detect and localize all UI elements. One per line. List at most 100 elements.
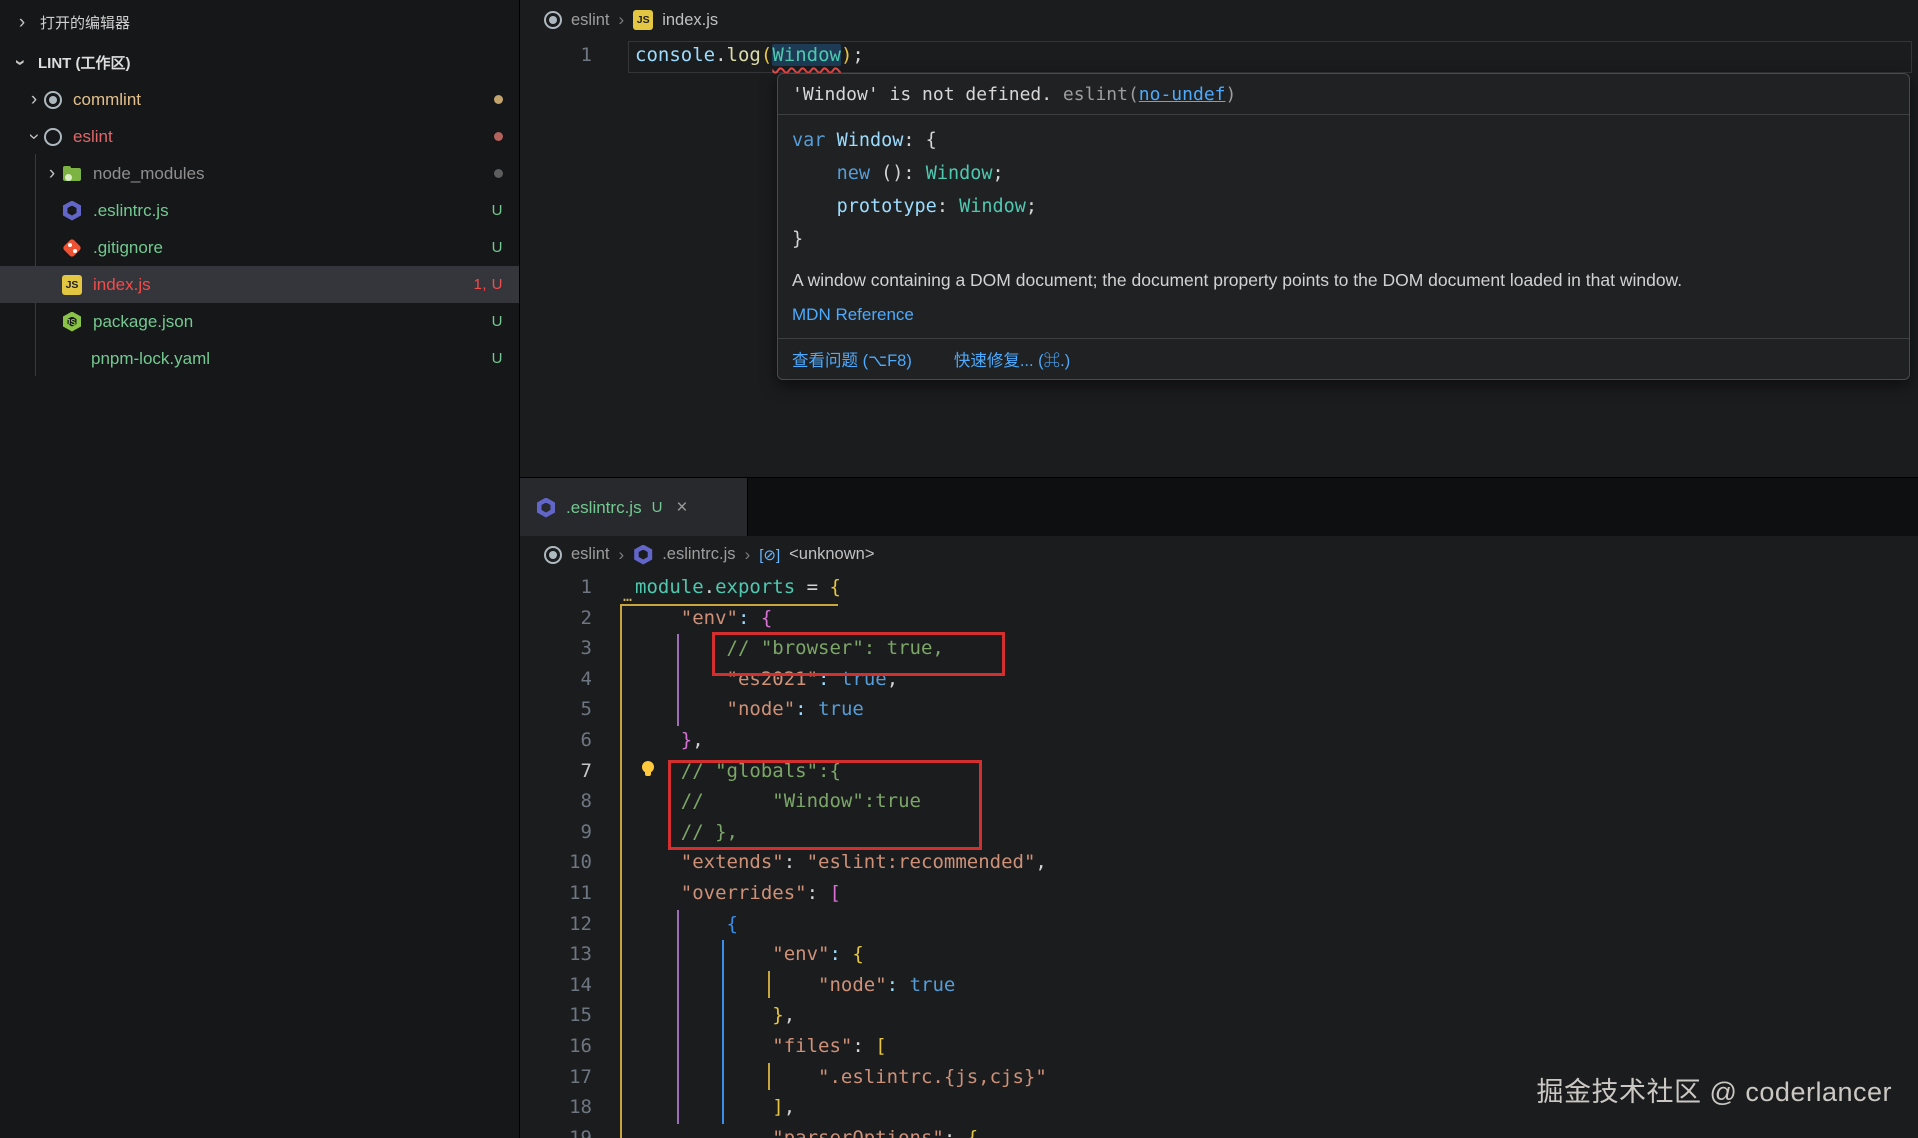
sidebar-item--eslintrc-js[interactable]: ›.eslintrc.jsU bbox=[0, 192, 519, 229]
tab-eslintrc-js[interactable]: .eslintrc.js U × bbox=[520, 478, 748, 537]
code-line-16: 16 "files": [ bbox=[520, 1032, 1918, 1063]
hover-mdn-row: MDN Reference bbox=[778, 291, 1909, 338]
eslint-icon bbox=[536, 498, 556, 518]
file-label: node_modules bbox=[93, 164, 205, 184]
hover-tooltip: 'Window' is not defined. eslint(no-undef… bbox=[777, 73, 1910, 380]
file-label: index.js bbox=[93, 275, 151, 295]
git-status-badge bbox=[494, 165, 503, 182]
file-tree: › commlint › eslint › node_modules ›.eslintrc.… bbox=[0, 81, 519, 377]
breadcrumb: eslint › JS index.js bbox=[544, 0, 718, 40]
code-line-11: 11 "overrides": [ bbox=[520, 879, 1918, 910]
js-file-icon: JS bbox=[633, 10, 653, 30]
close-icon[interactable]: × bbox=[676, 497, 687, 519]
chevron-right-icon: › bbox=[745, 545, 751, 565]
breadcrumb-item[interactable]: eslint bbox=[571, 545, 610, 564]
open-editors-section[interactable]: › 打开的编辑器 bbox=[0, 0, 519, 44]
git-status-badge: U bbox=[492, 202, 503, 219]
node-icon: JS bbox=[62, 312, 82, 332]
circle-dot-icon bbox=[544, 546, 562, 564]
workspace-section[interactable]: › LINT (工作区) bbox=[0, 44, 519, 81]
hover-error-message: 'Window' is not defined. eslint(no-undef… bbox=[778, 74, 1909, 115]
breadcrumb-item[interactable]: index.js bbox=[662, 11, 718, 30]
file-label: eslint bbox=[73, 127, 113, 147]
line-number: 16 bbox=[520, 1035, 592, 1057]
sidebar-item-commlint[interactable]: › commlint bbox=[0, 81, 519, 118]
editor-eslintrc-js[interactable]: eslint›.eslintrc.js›[⊘]<unknown> … 1modu… bbox=[520, 536, 1918, 1138]
sidebar-item-pnpm-lock-yaml[interactable]: ›pnpm-lock.yamlU bbox=[0, 340, 519, 377]
workspace-label: LINT (工作区) bbox=[38, 52, 130, 73]
tab-label: .eslintrc.js bbox=[566, 498, 642, 518]
file-label: package.json bbox=[93, 312, 193, 332]
code-line-12: 12 { bbox=[520, 910, 1918, 941]
line-number: 8 bbox=[520, 790, 592, 812]
code-text: "env": { bbox=[635, 607, 772, 629]
line-number: 13 bbox=[520, 943, 592, 965]
code-text: "node": true bbox=[635, 698, 864, 720]
code-line-14: 14 "node": true bbox=[520, 971, 1918, 1002]
code-line-5: 5 "node": true bbox=[520, 695, 1918, 726]
git-status-badge: 1, U bbox=[473, 276, 503, 293]
file-label: commlint bbox=[73, 90, 141, 110]
annotation-box-browser bbox=[712, 632, 1005, 676]
pnpm-icon bbox=[62, 350, 80, 368]
no-undef-rule-link[interactable]: no-undef bbox=[1139, 84, 1226, 105]
code-text: ], bbox=[635, 1096, 795, 1118]
js-file-icon: JS bbox=[62, 275, 82, 295]
code-text: }, bbox=[635, 1004, 795, 1026]
file-label: .gitignore bbox=[93, 238, 163, 258]
breadcrumb-item[interactable]: <unknown> bbox=[789, 545, 874, 564]
line-number: 15 bbox=[520, 1004, 592, 1026]
chevron-right-icon: › bbox=[619, 10, 625, 30]
code-text: "parserOptions": { bbox=[635, 1127, 978, 1138]
code-line: console.log(Window); bbox=[635, 44, 864, 66]
git-status-badge bbox=[494, 128, 503, 145]
line-number: 12 bbox=[520, 913, 592, 935]
symbol-unknown-icon: [⊘] bbox=[759, 545, 780, 565]
line-number: 17 bbox=[520, 1066, 592, 1088]
annotation-box-globals bbox=[668, 760, 982, 850]
quick-fix-action[interactable]: 快速修复... (⌘.) bbox=[954, 347, 1070, 371]
git-icon bbox=[62, 238, 82, 258]
line-number: 3 bbox=[520, 637, 592, 659]
eslint-icon bbox=[633, 545, 653, 565]
line-number: 7 bbox=[520, 760, 592, 782]
mdn-reference-link[interactable]: MDN Reference bbox=[792, 305, 914, 324]
git-status-badge bbox=[494, 91, 503, 108]
circle-icon bbox=[44, 128, 62, 146]
breadcrumb-item[interactable]: eslint bbox=[571, 11, 610, 30]
hover-description: A window containing a DOM document; the … bbox=[778, 265, 1909, 291]
tab-bar: .eslintrc.js U × bbox=[520, 477, 1918, 536]
code-area[interactable]: … 1module.exports = {2 "env": {3 // "bro… bbox=[520, 573, 1918, 1138]
hover-actions: 查看问题 (⌥F8) 快速修复... (⌘.) bbox=[778, 338, 1909, 379]
git-status-badge: U bbox=[492, 239, 503, 256]
git-status-badge: U bbox=[492, 350, 503, 367]
chevron-down-icon[interactable]: › bbox=[25, 127, 44, 147]
sidebar-item-package-json[interactable]: ›JSpackage.jsonU bbox=[0, 303, 519, 340]
code-line-6: 6 }, bbox=[520, 726, 1918, 757]
chevron-right-icon: › bbox=[619, 545, 625, 565]
sidebar-item--gitignore[interactable]: ›.gitignoreU bbox=[0, 229, 519, 266]
line-number: 4 bbox=[520, 668, 592, 690]
code-line-1: 1module.exports = { bbox=[520, 573, 1918, 604]
file-label: pnpm-lock.yaml bbox=[91, 349, 210, 369]
code-text: { bbox=[635, 913, 738, 935]
watermark: 掘金技术社区 @ coderlancer bbox=[1537, 1070, 1893, 1109]
code-line-2: 2 "env": { bbox=[520, 604, 1918, 635]
chevron-right-icon[interactable]: › bbox=[24, 90, 44, 109]
line-number: 19 bbox=[520, 1127, 592, 1138]
editor-index-js[interactable]: eslint › JS index.js 1 console.log(Window);… bbox=[520, 0, 1918, 477]
hover-type-signature: var Window: { new (): Window; prototype:… bbox=[778, 115, 1909, 265]
code-line-15: 15 }, bbox=[520, 1001, 1918, 1032]
line-number: 1 bbox=[520, 44, 592, 66]
view-problem-action[interactable]: 查看问题 (⌥F8) bbox=[792, 347, 912, 371]
git-status-badge: U bbox=[492, 313, 503, 330]
line-number: 5 bbox=[520, 698, 592, 720]
sidebar-item-node-modules[interactable]: › node_modules bbox=[0, 155, 519, 192]
chevron-right-icon[interactable]: › bbox=[42, 164, 62, 183]
breadcrumb-item[interactable]: .eslintrc.js bbox=[662, 545, 735, 564]
sidebar-item-index-js[interactable]: ›JSindex.js1, U bbox=[0, 266, 519, 303]
code-line-13: 13 "env": { bbox=[520, 940, 1918, 971]
code-text: "node": true bbox=[635, 974, 955, 996]
sidebar-item-eslint[interactable]: › eslint bbox=[0, 118, 519, 155]
folder-icon bbox=[62, 164, 82, 184]
